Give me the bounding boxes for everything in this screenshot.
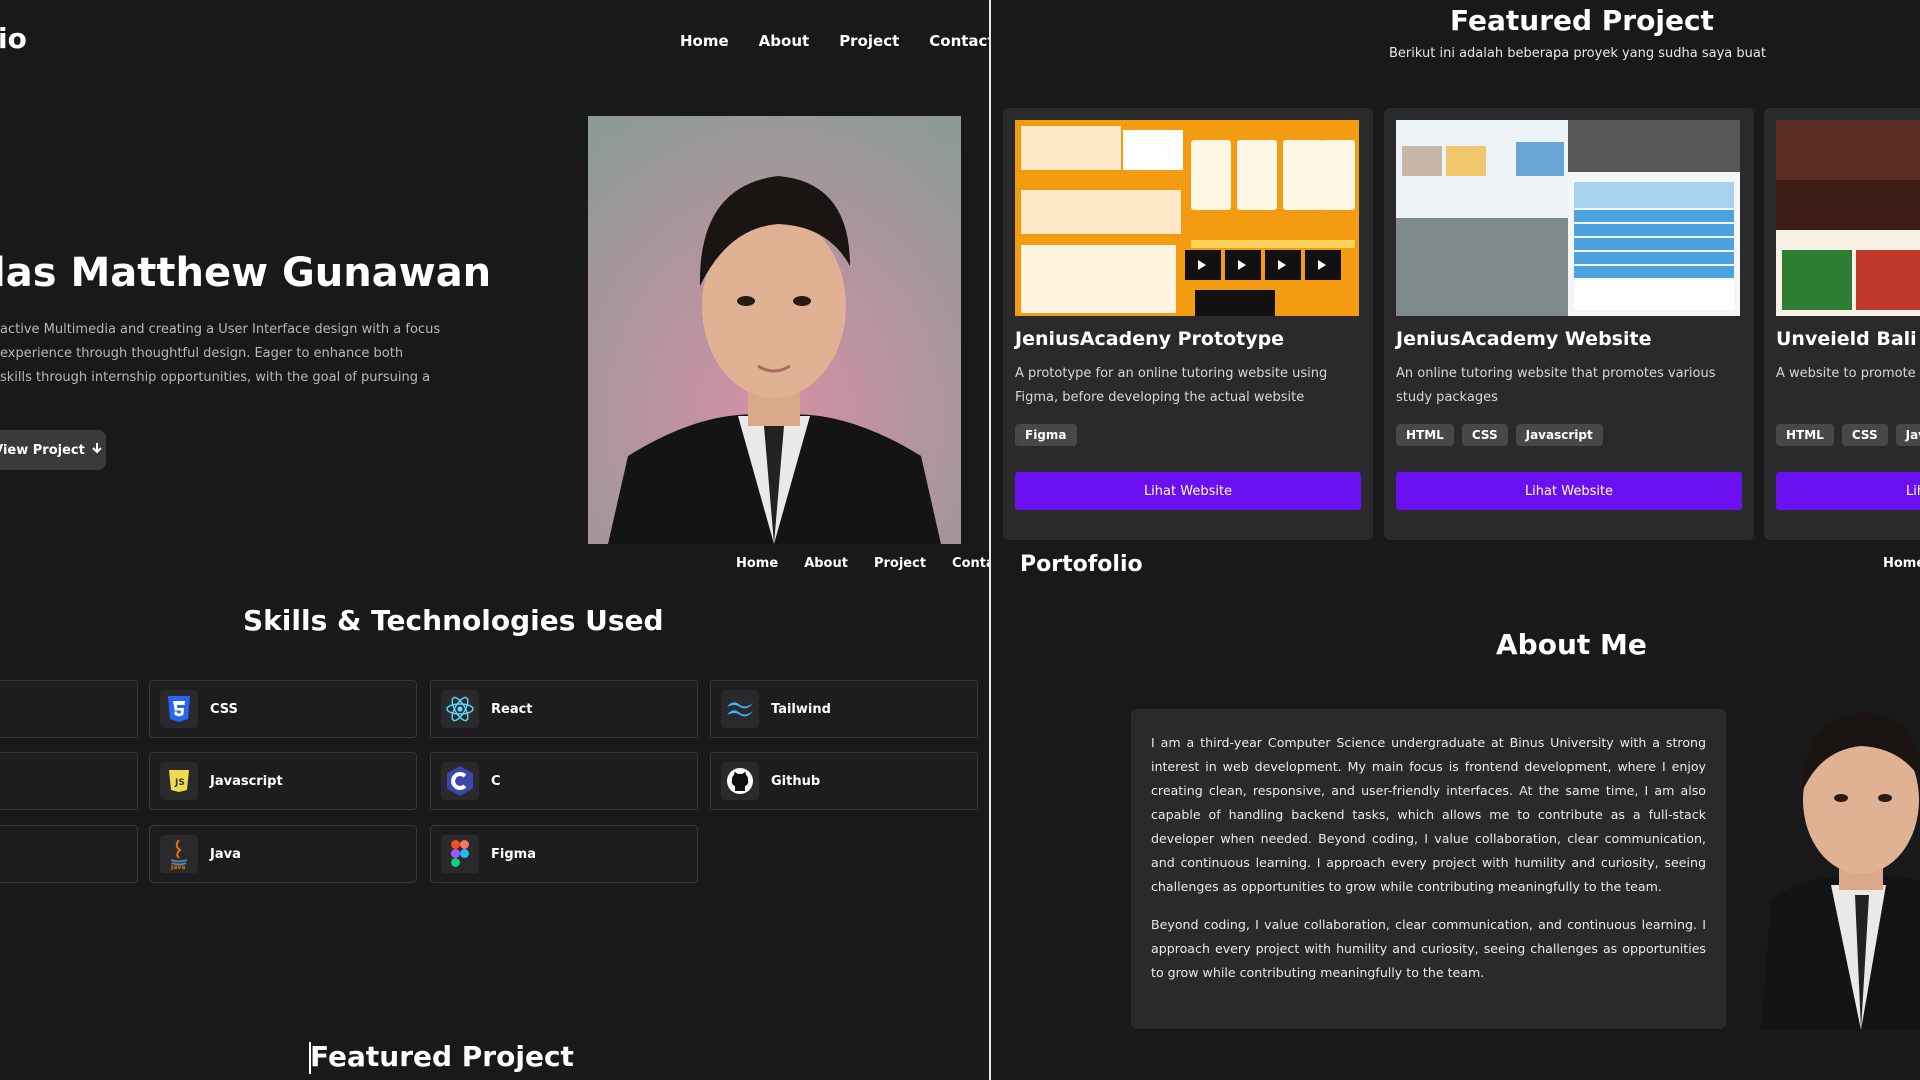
lihat-website-button[interactable]: Lih — [1776, 472, 1920, 510]
skill-card — [0, 825, 138, 883]
top-nav: Home About Project Contact — [680, 32, 989, 50]
tag: Javascript — [1515, 424, 1603, 446]
profile-photo — [588, 116, 961, 544]
project-card: Unveield Bali We A website to promote Ba… — [1764, 108, 1920, 540]
project-title: Unveield Bali We — [1776, 328, 1920, 350]
skill-card-tailwind: Tailwind — [710, 680, 978, 738]
view-project-button[interactable]: View Project — [0, 430, 106, 470]
skill-card — [0, 680, 138, 738]
project-thumbnail — [1776, 120, 1920, 316]
skill-card — [0, 752, 138, 810]
java-icon: Java — [160, 835, 198, 873]
project-thumbnail — [1015, 120, 1359, 316]
figma-icon — [441, 835, 479, 873]
svg-text:JS: JS — [174, 778, 185, 788]
skill-card-java: Java Java — [149, 825, 417, 883]
tag-list: HTML CSS Javascript — [1396, 424, 1742, 446]
tailwind-icon — [721, 690, 759, 728]
about-title: About Me — [1496, 628, 1647, 661]
nav-home[interactable]: Home — [736, 556, 778, 571]
text-cursor — [309, 1042, 311, 1074]
tag-list: Figma — [1015, 424, 1361, 446]
skill-card-react: React — [430, 680, 698, 738]
github-icon — [721, 762, 759, 800]
project-thumbnail — [1396, 120, 1740, 316]
secondary-nav: Home About Project Contact — [736, 556, 989, 571]
tag: CSS — [1461, 424, 1508, 446]
nav-about[interactable]: About — [759, 32, 810, 50]
view-project-label: View Project — [0, 442, 85, 458]
nav-contact[interactable]: Contact — [952, 556, 989, 571]
hero-description-line: experience through thoughtful design. Ea… — [0, 346, 404, 361]
lihat-website-button[interactable]: Lihat Website — [1015, 472, 1361, 510]
skill-label: CSS — [210, 701, 238, 717]
nav-home[interactable]: Home — [1883, 556, 1920, 571]
hero-description-line: active Multimedia and creating a User In… — [0, 322, 441, 337]
left-window: io Home About Project Contact las Matthe… — [0, 0, 989, 1080]
nav-contact[interactable]: Contact — [929, 32, 989, 50]
skill-label: C — [491, 773, 501, 789]
skill-card-github: Github — [710, 752, 978, 810]
about-paragraph: Beyond coding, I value collaboration, cl… — [1151, 917, 1706, 980]
project-description: A prototype for an online tutoring websi… — [1015, 366, 1328, 405]
project-card: JeniusAcadeny Prototype A prototype for … — [1003, 108, 1373, 540]
css3-icon — [160, 690, 198, 728]
tag-list: HTML CSS Java — [1776, 424, 1920, 446]
nav-project[interactable]: Project — [874, 556, 926, 571]
nav-about[interactable]: About — [804, 556, 848, 571]
javascript-icon: JS — [160, 762, 198, 800]
featured-project-subtitle: Berikut ini adalah beberapa proyek yang … — [1389, 46, 1766, 61]
tag: Java — [1895, 424, 1920, 446]
skill-label: Tailwind — [771, 701, 831, 717]
skill-label: Java — [210, 846, 241, 862]
tag: CSS — [1841, 424, 1888, 446]
project-title: JeniusAcadeny Prototype — [1015, 328, 1285, 350]
tag: Figma — [1015, 424, 1077, 446]
skill-card-c: C — [430, 752, 698, 810]
skill-label: Figma — [491, 846, 536, 862]
tag: HTML — [1776, 424, 1834, 446]
project-description: A website to promote Ba culture, destina… — [1776, 366, 1920, 381]
tag: HTML — [1396, 424, 1454, 446]
skill-card-css: CSS — [149, 680, 417, 738]
lihat-website-button[interactable]: Lihat Website — [1396, 472, 1742, 510]
project-title: JeniusAcademy Website — [1396, 328, 1652, 350]
hero-name: las Matthew Gunawan — [0, 250, 492, 296]
hero-description: active Multimedia and creating a User In… — [0, 318, 441, 390]
featured-project-title: Featured Project — [310, 1040, 574, 1073]
project-description: An online tutoring website that promotes… — [1396, 366, 1716, 405]
about-paragraph: I am a third-year Computer Science under… — [1151, 735, 1706, 894]
skills-title: Skills & Technologies Used — [243, 604, 664, 637]
react-icon — [441, 690, 479, 728]
right-nav: Home — [1883, 556, 1920, 571]
right-window: Featured Project Berikut ini adalah bebe… — [991, 0, 1920, 1080]
project-card: JeniusAcademy Website An online tutoring… — [1384, 108, 1754, 540]
skill-label: Github — [771, 773, 821, 789]
arrow-down-icon — [91, 442, 103, 458]
skill-card-figma: Figma — [430, 825, 698, 883]
portfolio-brand[interactable]: Portofolio — [1020, 552, 1143, 577]
about-text-card: I am a third-year Computer Science under… — [1131, 709, 1726, 1029]
skill-label: React — [491, 701, 533, 717]
brand-logo[interactable]: io — [0, 22, 27, 55]
nav-project[interactable]: Project — [839, 32, 899, 50]
about-photo — [1761, 710, 1920, 1030]
hero-description-line: skills through internship opportunities,… — [0, 370, 431, 385]
skill-card-javascript: JS Javascript — [149, 752, 417, 810]
c-language-icon — [441, 762, 479, 800]
skill-label: Javascript — [210, 773, 283, 789]
nav-home[interactable]: Home — [680, 32, 729, 50]
featured-project-title: Featured Project — [1450, 4, 1714, 37]
svg-text:Java: Java — [170, 864, 185, 870]
